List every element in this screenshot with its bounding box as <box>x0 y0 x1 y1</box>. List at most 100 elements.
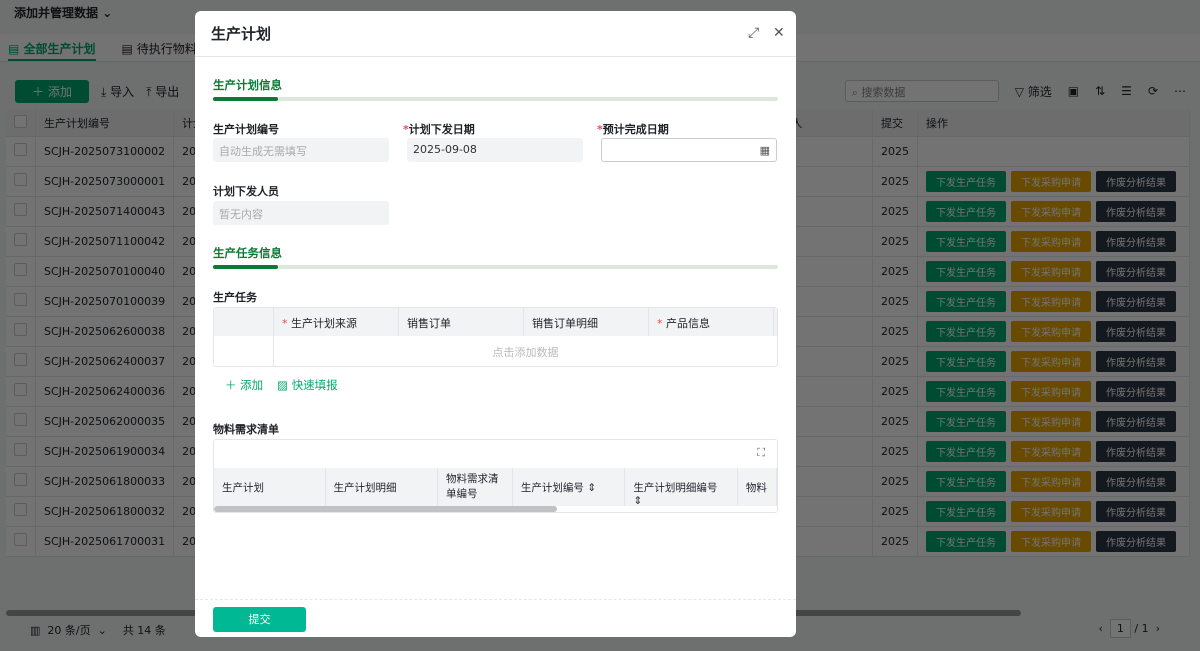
action-button-2[interactable]: 作废分析结果 <box>1096 230 1176 252</box>
plan-code: SCJH-2025071400043 <box>35 196 175 227</box>
col-bom-code[interactable]: 物料需求清单编号 <box>438 468 513 506</box>
row-checkbox[interactable] <box>14 503 27 516</box>
action-button-1[interactable]: 下发采购申请 <box>1011 440 1091 462</box>
refresh-icon[interactable]: ⟳ <box>1148 84 1158 98</box>
action-button-2[interactable]: 作废分析结果 <box>1096 500 1176 522</box>
action-button-2[interactable]: 作废分析结果 <box>1096 380 1176 402</box>
row-checkbox[interactable] <box>14 233 27 246</box>
date-field[interactable]: 2025-09-08 <box>407 138 583 162</box>
action-button-0[interactable]: 下发生产任务 <box>926 200 1006 222</box>
plan-code: SCJH-2025062400037 <box>35 346 175 377</box>
col-sales-order: 销售订单 <box>399 308 524 336</box>
action-button-1[interactable]: 下发采购申请 <box>1011 380 1091 402</box>
action-button-1[interactable]: 下发采购申请 <box>1011 320 1091 342</box>
action-button-0[interactable]: 下发生产任务 <box>926 410 1006 432</box>
section-plan-info: 生产计划信息 <box>213 78 282 92</box>
submit-button[interactable]: 提交 <box>213 607 306 632</box>
col-plan-detail-code[interactable]: 生产计划明细编号 ⇕ <box>625 468 738 507</box>
col-plan-code[interactable]: 生产计划编号 ⇕ <box>513 468 626 506</box>
action-button-0[interactable]: 下发生产任务 <box>926 380 1006 402</box>
col-source: * 生产计划来源 <box>274 308 399 336</box>
row-checkbox[interactable] <box>14 353 27 366</box>
action-button-2[interactable]: 作废分析结果 <box>1096 350 1176 372</box>
row-checkbox[interactable] <box>14 323 27 336</box>
plan-code: SCJH-2025061900034 <box>35 436 175 467</box>
group-icon[interactable]: ☰ <box>1121 84 1132 98</box>
page-size-select[interactable]: ▥ 20 条/页 ⌄ <box>30 622 107 638</box>
action-button-0[interactable]: 下发生产任务 <box>926 290 1006 312</box>
more-icon[interactable]: ⋯ <box>1174 84 1186 98</box>
action-button-0[interactable]: 下发生产任务 <box>926 530 1006 552</box>
task-add-button[interactable]: ＋ 添加 <box>225 377 263 393</box>
action-button-0[interactable]: 下发生产任务 <box>926 320 1006 342</box>
row-checkbox[interactable] <box>14 413 27 426</box>
export-button[interactable]: ⤒ 导出 <box>146 83 179 100</box>
modal-footer: 提交 <box>195 599 796 637</box>
action-button-2[interactable]: 作废分析结果 <box>1096 530 1176 552</box>
expand-icon[interactable]: ⤢ <box>748 25 759 41</box>
row-checkbox[interactable] <box>14 473 27 486</box>
action-button-1[interactable]: 下发采购申请 <box>1011 170 1091 192</box>
code-field[interactable]: 自动生成无需填写 <box>213 138 389 162</box>
row-checkbox[interactable] <box>14 173 27 186</box>
right-tools: ⌕ 搜索数据 ▽ 筛选 ▣ ⇅ ☰ ⟳ ⋯ <box>844 80 1186 102</box>
row-checkbox[interactable] <box>14 443 27 456</box>
tab-all-plans[interactable]: ▤ 全部生产计划 <box>8 34 96 61</box>
plan-code: SCJH-2025061700031 <box>35 526 175 557</box>
action-button-2[interactable]: 作废分析结果 <box>1096 440 1176 462</box>
action-button-1[interactable]: 下发采购申请 <box>1011 530 1091 552</box>
action-button-0[interactable]: 下发生产任务 <box>926 500 1006 522</box>
quick-fill-button[interactable]: ▨ 快速填报 <box>277 377 338 393</box>
action-button-0[interactable]: 下发生产任务 <box>926 230 1006 252</box>
plan-code: SCJH-2025062000035 <box>35 406 175 437</box>
code-label: 生产计划编号 <box>213 123 279 136</box>
action-button-2[interactable]: 作废分析结果 <box>1096 290 1176 312</box>
add-button[interactable]: ＋ 添加 <box>15 79 89 103</box>
action-button-2[interactable]: 作废分析结果 <box>1096 410 1176 432</box>
row-checkbox[interactable] <box>14 263 27 276</box>
row-checkbox[interactable] <box>14 203 27 216</box>
page-nav[interactable]: ‹ 1 / 1 › <box>1098 619 1160 638</box>
action-button-1[interactable]: 下发采购申请 <box>1011 470 1091 492</box>
action-button-1[interactable]: 下发采购申请 <box>1011 410 1091 432</box>
action-button-1[interactable]: 下发采购申请 <box>1011 230 1091 252</box>
action-button-1[interactable]: 下发采购申请 <box>1011 200 1091 222</box>
action-button-1[interactable]: 下发采购申请 <box>1011 350 1091 372</box>
view-icon[interactable]: ▣ <box>1068 84 1079 98</box>
action-button-1[interactable]: 下发采购申请 <box>1011 500 1091 522</box>
col-code: 生产计划编号 <box>35 110 175 137</box>
section-task-info: 生产任务信息 <box>213 246 282 260</box>
select-all-checkbox[interactable] <box>14 114 27 128</box>
action-button-0[interactable]: 下发生产任务 <box>926 170 1006 192</box>
row-checkbox[interactable] <box>14 383 27 396</box>
finish-date-field[interactable]: ▦ <box>601 138 777 162</box>
action-button-2[interactable]: 作废分析结果 <box>1096 170 1176 192</box>
bom-scrollbar[interactable] <box>214 506 557 512</box>
issuer-label: 计划下发人员 <box>213 185 279 198</box>
action-button-1[interactable]: 下发采购申请 <box>1011 290 1091 312</box>
row-checkbox[interactable] <box>14 143 27 156</box>
bom-table: ⛶ 生产计划 生产计划明细 物料需求清单编号 生产计划编号 ⇕ 生产计划明细编号… <box>213 439 778 513</box>
close-icon[interactable]: ✕ <box>773 25 785 41</box>
action-button-0[interactable]: 下发生产任务 <box>926 440 1006 462</box>
issuer-field[interactable]: 暂无内容 <box>213 201 389 225</box>
filter-button[interactable]: ▽ 筛选 <box>1015 83 1052 100</box>
col-actions: 操作 <box>917 110 1190 137</box>
action-button-2[interactable]: 作废分析结果 <box>1096 470 1176 492</box>
plan-code: SCJH-2025071100042 <box>35 226 175 257</box>
plan-code: SCJH-2025070100039 <box>35 286 175 317</box>
action-button-0[interactable]: 下发生产任务 <box>926 350 1006 372</box>
action-button-2[interactable]: 作废分析结果 <box>1096 320 1176 342</box>
action-button-2[interactable]: 作废分析结果 <box>1096 260 1176 282</box>
sort-icon[interactable]: ⇅ <box>1095 84 1105 98</box>
row-checkbox[interactable] <box>14 533 27 546</box>
add-data-placeholder[interactable]: 点击添加数据 <box>274 336 777 366</box>
import-button[interactable]: ⤓ 导入 <box>101 83 134 100</box>
action-button-2[interactable]: 作废分析结果 <box>1096 200 1176 222</box>
row-checkbox[interactable] <box>14 293 27 306</box>
action-button-0[interactable]: 下发生产任务 <box>926 260 1006 282</box>
fullscreen-icon[interactable]: ⛶ <box>214 440 777 468</box>
action-button-0[interactable]: 下发生产任务 <box>926 470 1006 492</box>
action-button-1[interactable]: 下发采购申请 <box>1011 260 1091 282</box>
search-input[interactable]: ⌕ 搜索数据 <box>844 80 999 102</box>
